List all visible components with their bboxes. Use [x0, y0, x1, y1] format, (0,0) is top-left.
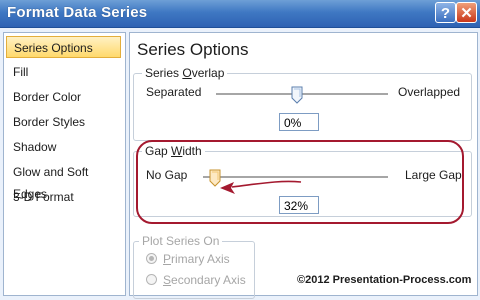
overlap-left-label: Separated — [146, 85, 202, 99]
nav-item-shadow[interactable]: Shadow — [6, 136, 121, 158]
overlap-right-label: Overlapped — [398, 85, 461, 99]
primary-axis-radio[interactable] — [146, 253, 157, 264]
primary-axis-text: Primary Axis — [163, 252, 230, 266]
close-button[interactable]: ✕ — [456, 2, 477, 23]
category-list: Series Options Fill Border Color Border … — [3, 32, 126, 296]
nav-item-border-color[interactable]: Border Color — [6, 86, 121, 108]
annotation-arrow-icon — [220, 180, 302, 194]
secondary-axis-text: Secondary Axis — [163, 273, 246, 287]
plot-series-on-label: Plot Series On — [139, 234, 223, 248]
series-overlap-label: Series Overlap — [142, 66, 228, 80]
secondary-axis-radio[interactable] — [146, 274, 157, 285]
nav-item-border-styles[interactable]: Border Styles — [6, 111, 121, 133]
nav-item-glow-soft-edges[interactable]: Glow and Soft Edges — [6, 161, 121, 201]
title-bar[interactable]: Format Data Series ? ✕ — [0, 0, 480, 28]
window-title: Format Data Series — [7, 4, 148, 21]
nav-item-series-options[interactable]: Series Options — [6, 36, 121, 58]
format-data-series-dialog: Format Data Series ? ✕ Series Options Fi… — [0, 0, 480, 300]
nav-item-3d-format[interactable]: 3-D Format — [6, 186, 121, 208]
page-title: Series Options — [137, 40, 249, 59]
copyright-watermark: ©2012 Presentation-Process.com — [297, 274, 472, 286]
nav-item-fill[interactable]: Fill — [6, 61, 121, 83]
plot-series-on-group — [133, 241, 255, 299]
overlap-slider-thumb[interactable] — [291, 86, 303, 104]
help-button[interactable]: ? — [435, 2, 456, 23]
overlap-value-input[interactable]: 0% — [279, 113, 319, 131]
